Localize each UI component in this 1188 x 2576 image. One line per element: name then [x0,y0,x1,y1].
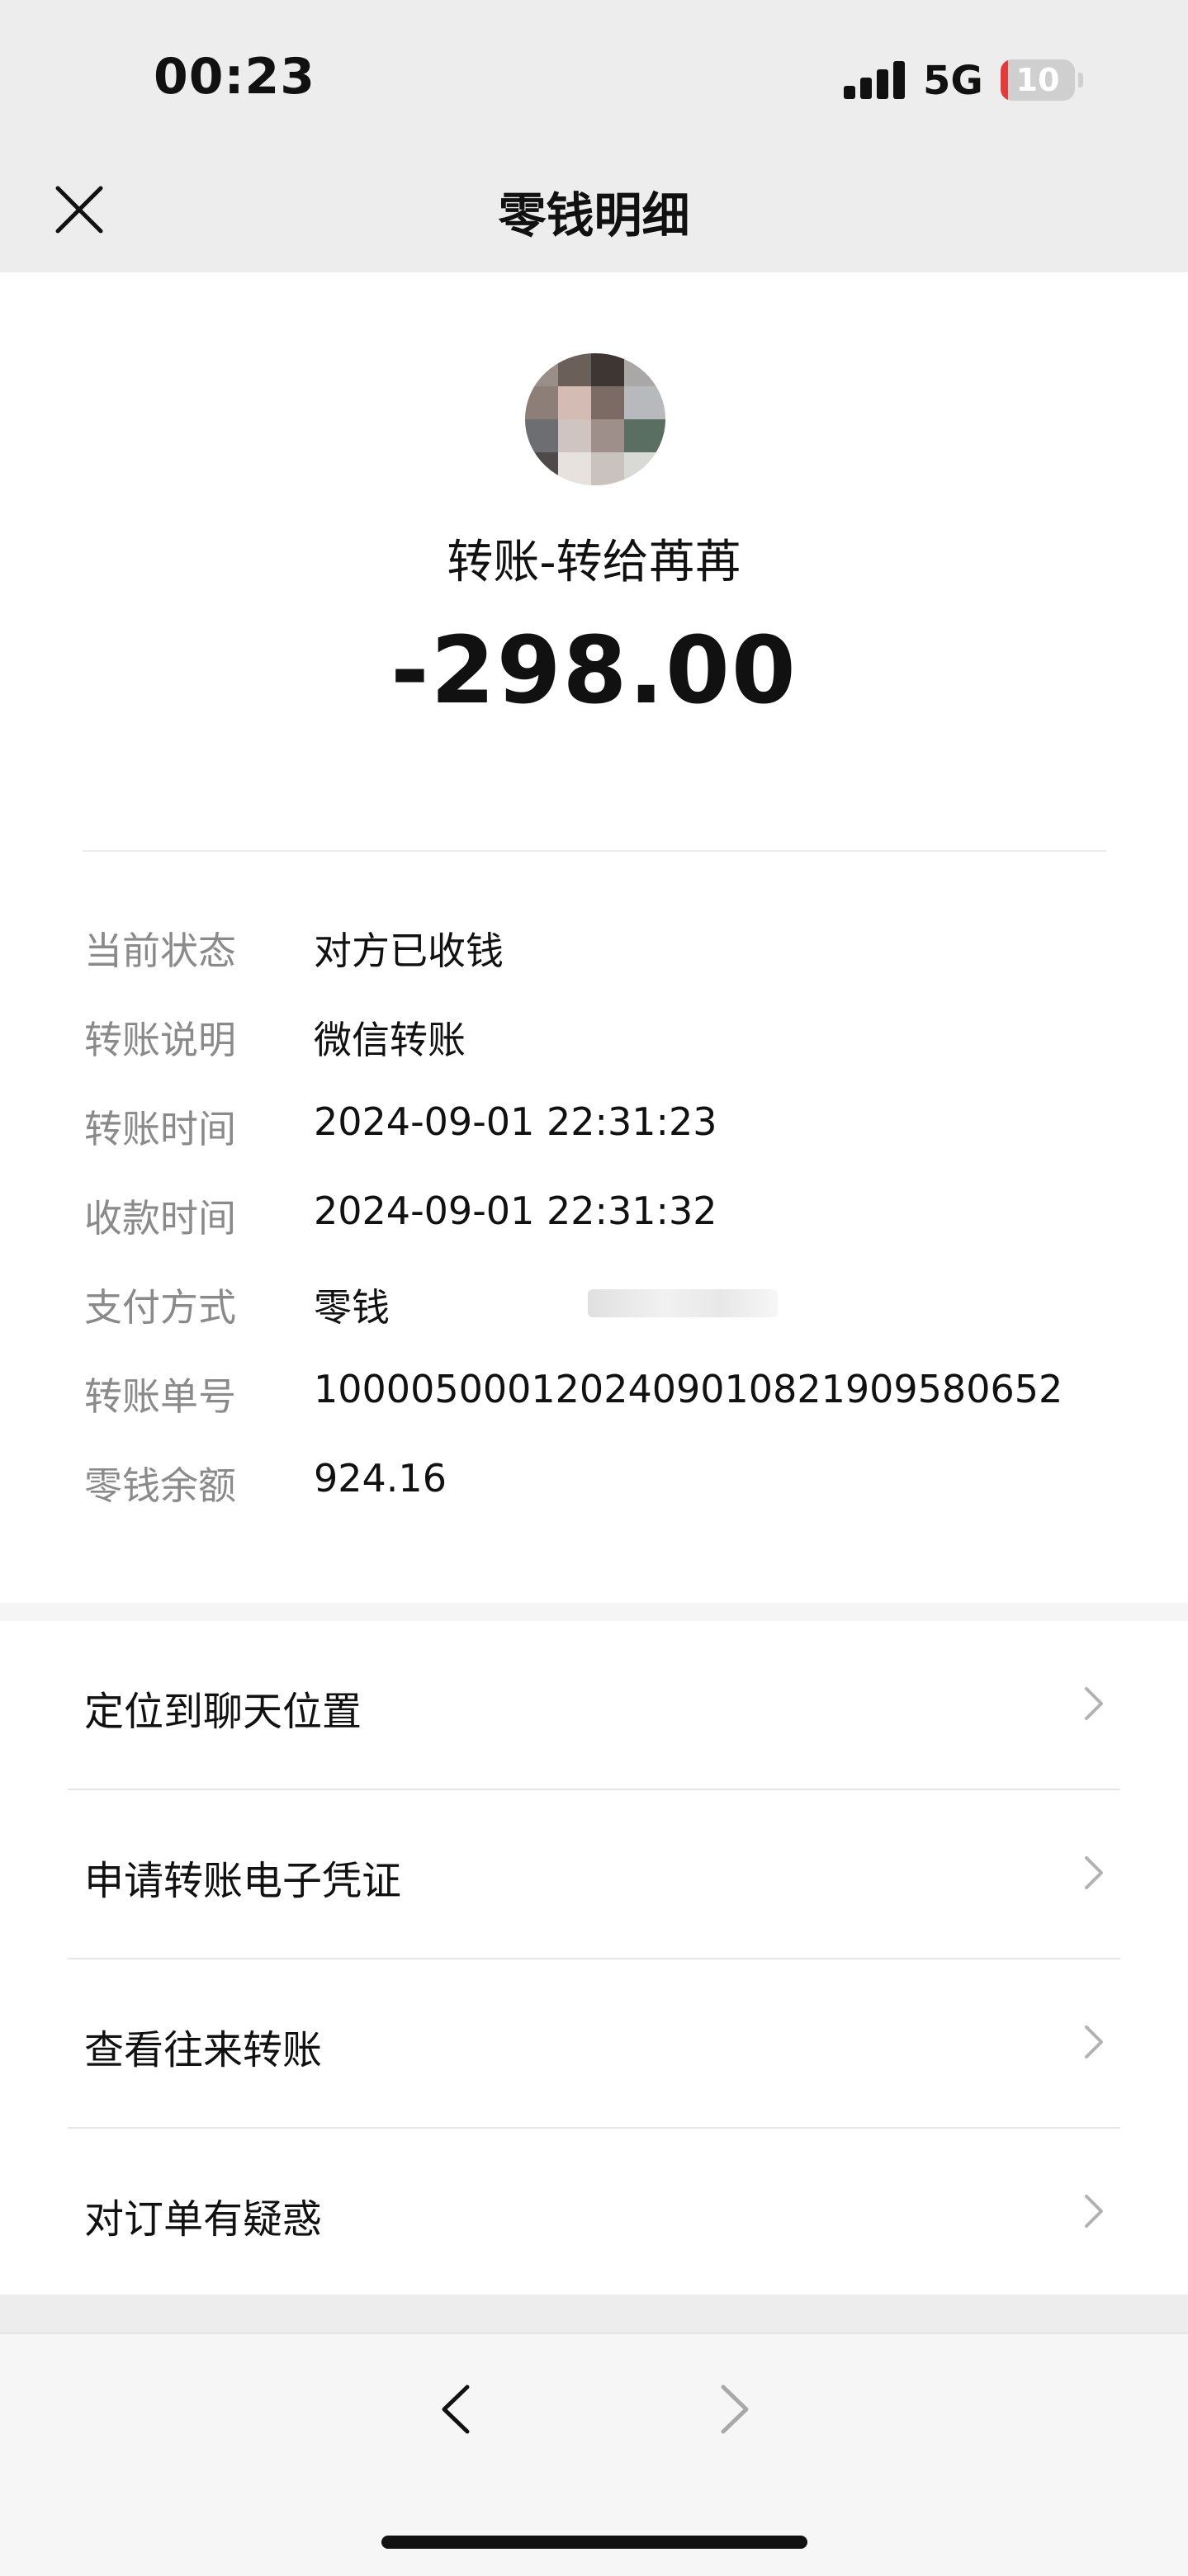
detail-row-payment-method: 支付方式 零钱 [84,1278,1108,1344]
menu-item-view-transfers[interactable]: 查看往来转账 [0,1959,1188,2129]
chevron-right-icon [1085,2025,1103,2058]
chevron-right-icon [1085,1856,1103,1889]
menu-item-label: 对订单有疑惑 [84,2196,323,2243]
detail-label: 零钱余额 [84,1463,236,1508]
status-time: 00:23 [154,48,315,106]
chevron-right-icon [1085,2195,1103,2228]
toolbar-border [0,2333,1188,2334]
divider [83,850,1106,852]
detail-label: 收款时间 [84,1196,236,1241]
detail-value: 1000050001202409010821909580652 [314,1367,1063,1411]
section-gap [0,1603,1188,1621]
menu-item-label: 定位到聊天位置 [84,1689,362,1735]
network-label: 5G [923,58,983,104]
detail-row-transfer-time: 转账时间 2024-09-01 22:31:23 [84,1099,1108,1165]
detail-label: 转账单号 [84,1374,236,1419]
detail-value: 微信转账 [314,1018,466,1062]
menu-item-request-voucher[interactable]: 申请转账电子凭证 [0,1790,1188,1959]
menu-item-order-question[interactable]: 对订单有疑惑 [0,2129,1188,2298]
battery-nub [1078,73,1083,87]
signal-strength-icon [844,61,905,99]
detail-label: 支付方式 [84,1285,236,1330]
detail-value: 2024-09-01 22:31:32 [314,1189,717,1233]
detail-label: 当前状态 [84,929,236,973]
detail-label: 转账说明 [84,1018,236,1062]
detail-row-note: 转账说明 微信转账 [84,1010,1108,1076]
detail-row-balance: 零钱余额 924.16 [84,1456,1108,1522]
detail-value: 924.16 [314,1456,447,1501]
action-menu: 定位到聊天位置 申请转账电子凭证 查看往来转账 对订单有疑惑 [0,1621,1188,2295]
chevron-right-icon[interactable] [712,2382,756,2437]
menu-item-locate-chat[interactable]: 定位到聊天位置 [0,1621,1188,1790]
detail-label: 转账时间 [84,1107,236,1151]
chevron-right-icon [1085,1687,1103,1720]
avatar[interactable] [525,353,665,485]
menu-item-label: 查看往来转账 [84,2027,323,2073]
transfer-title: 转账-转给苒苒 [447,536,741,589]
detail-value: 2024-09-01 22:31:23 [314,1099,717,1144]
page-title: 零钱明细 [498,187,690,243]
status-bar: 00:23 5G 10 [0,0,1188,157]
transfer-amount: -298.00 [390,617,798,725]
battery-icon: 10 [1001,59,1075,101]
redacted-text [588,1289,778,1317]
detail-row-status: 当前状态 对方已收钱 [84,921,1108,987]
home-indicator[interactable] [381,2536,807,2549]
detail-row-order-number: 转账单号 1000050001202409010821909580652 [84,1367,1108,1433]
menu-item-label: 申请转账电子凭证 [84,1858,402,1904]
chevron-left-icon[interactable] [434,2382,479,2437]
detail-value: 零钱 [314,1285,390,1330]
detail-value: 对方已收钱 [314,929,504,973]
detail-row-receive-time: 收款时间 2024-09-01 22:31:32 [84,1189,1108,1255]
battery-level: 10 [1015,62,1060,98]
